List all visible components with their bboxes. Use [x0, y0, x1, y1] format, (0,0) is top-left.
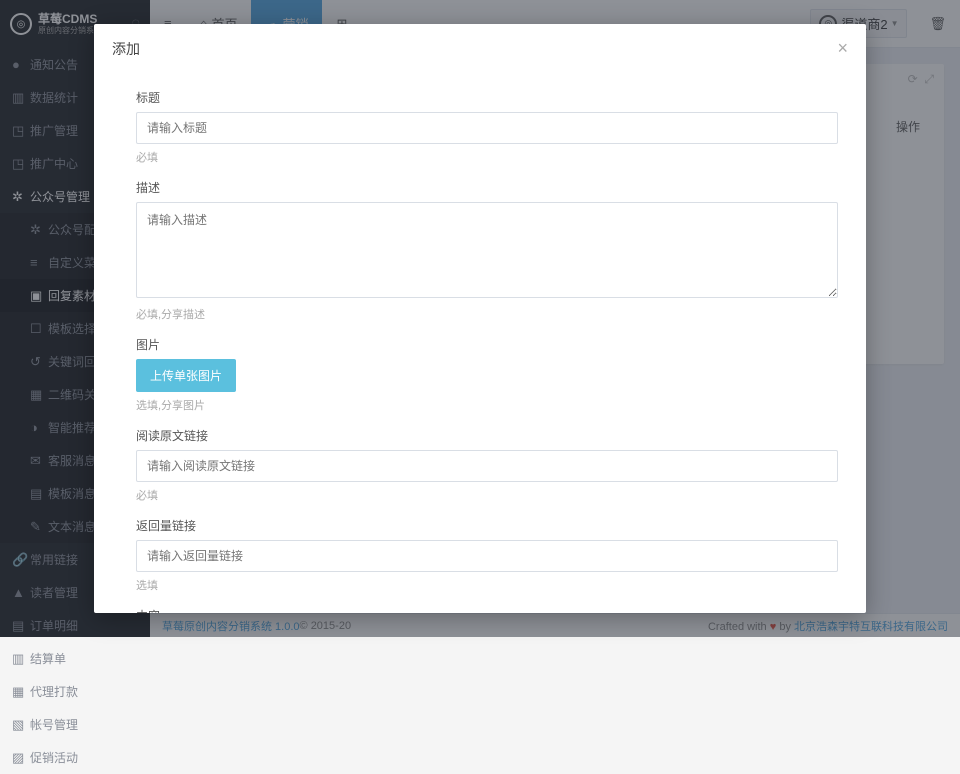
hint-readlink: 必填: [136, 487, 838, 503]
modal-title: 添加: [112, 39, 140, 59]
sidebar-item-agent-pay[interactable]: ▦代理打款: [0, 675, 150, 708]
sidebar-item-settlement[interactable]: ▥结算单: [0, 642, 150, 675]
field-image: 图片 上传单张图片 选填,分享图片: [136, 336, 838, 413]
field-readlink: 阅读原文链接 必填: [136, 427, 838, 503]
field-title: 标题 必填: [136, 89, 838, 165]
add-modal: 添加 × 标题 必填 描述 必填,分享描述 图片 上传单张图片 选填,分享图片 …: [94, 24, 866, 613]
hint-title: 必填: [136, 149, 838, 165]
field-backlink: 返回量链接 选填: [136, 517, 838, 593]
input-title[interactable]: [136, 112, 838, 144]
input-backlink[interactable]: [136, 540, 838, 572]
label-desc: 描述: [136, 179, 838, 196]
field-desc: 描述 必填,分享描述: [136, 179, 838, 322]
label-image: 图片: [136, 336, 838, 353]
modal-header: 添加 ×: [94, 24, 866, 73]
modal-close[interactable]: ×: [837, 38, 848, 59]
field-content: 内容 ✨▼ B U ⌫ Helvetica Neue▼ A▼ ≡▼ ⋮≡: [136, 607, 838, 613]
sidebar-item-promo[interactable]: ▨促销活动: [0, 741, 150, 774]
input-desc[interactable]: [136, 202, 838, 298]
upload-image-button[interactable]: 上传单张图片: [136, 359, 236, 392]
label-readlink: 阅读原文链接: [136, 427, 838, 444]
hint-image: 选填,分享图片: [136, 397, 838, 413]
hint-backlink: 选填: [136, 577, 838, 593]
label-title: 标题: [136, 89, 838, 106]
hint-desc: 必填,分享描述: [136, 306, 838, 322]
input-readlink[interactable]: [136, 450, 838, 482]
modal-body: 标题 必填 描述 必填,分享描述 图片 上传单张图片 选填,分享图片 阅读原文链…: [94, 73, 866, 613]
label-content: 内容: [136, 607, 838, 613]
label-backlink: 返回量链接: [136, 517, 838, 534]
sidebar-item-account[interactable]: ▧帐号管理: [0, 708, 150, 741]
